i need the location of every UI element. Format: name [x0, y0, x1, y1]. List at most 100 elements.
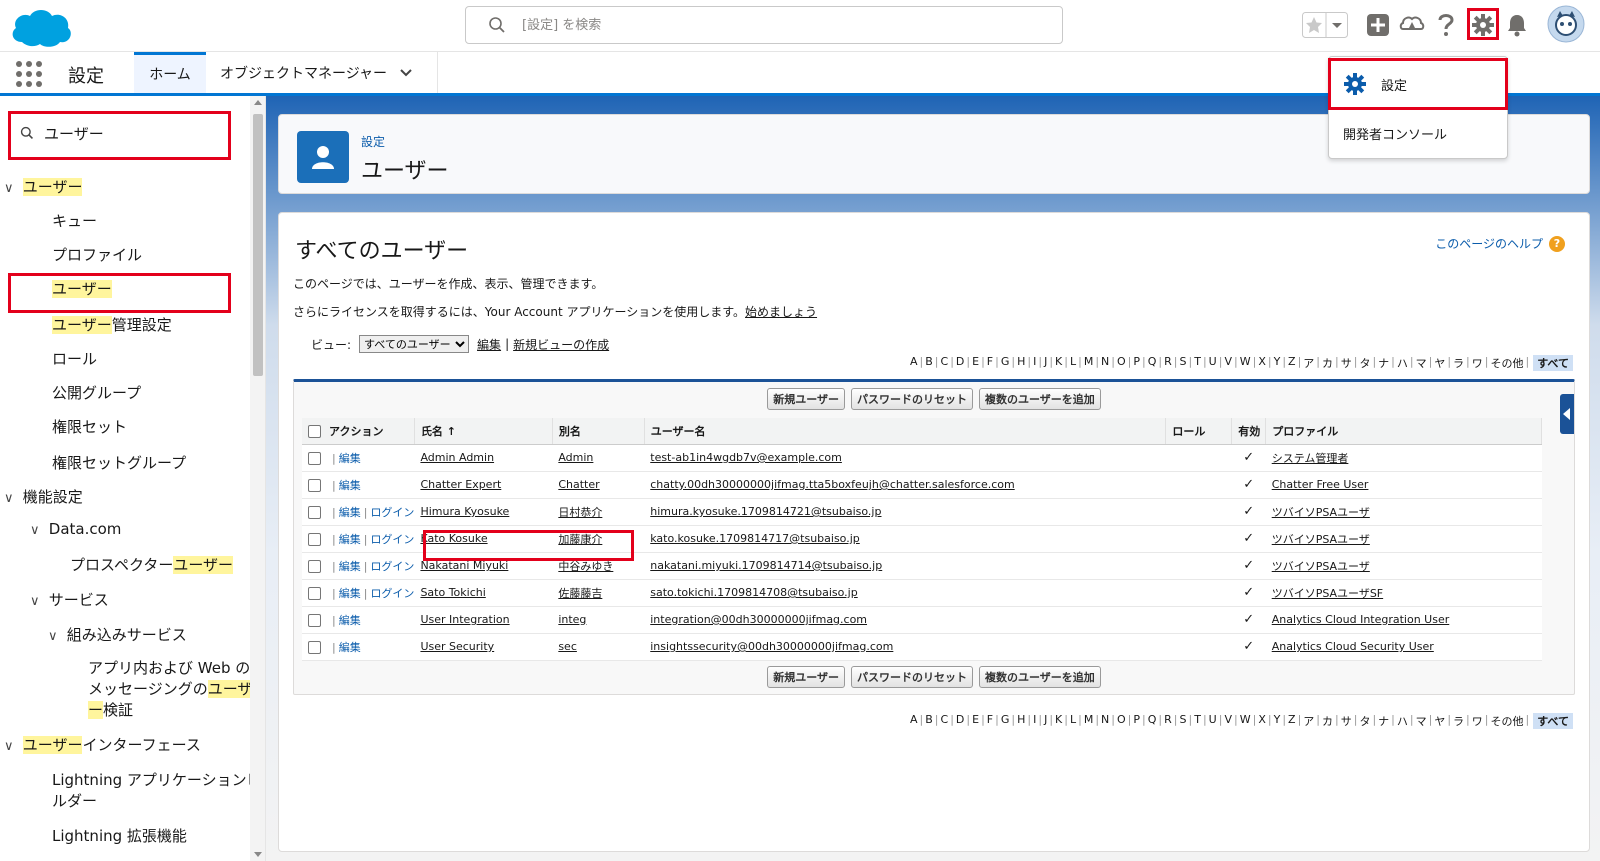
profile-link[interactable]: Chatter Free User	[1272, 478, 1369, 491]
tree-node-datacom[interactable]: ∨ Data.com	[30, 520, 121, 538]
tree-item-prospector-users[interactable]: プロスペクターユーザー	[70, 554, 234, 575]
alpha-filter-letter[interactable]: X	[1256, 355, 1268, 371]
quick-find-input[interactable]: ユーザー	[44, 123, 104, 144]
chevron-down-icon[interactable]	[399, 68, 413, 78]
reset-password-button[interactable]: パスワードのリセット	[851, 388, 973, 410]
alpha-filter-letter[interactable]: E	[970, 355, 981, 371]
alpha-filter-letter[interactable]: ハ	[1395, 713, 1410, 729]
chevron-down-icon[interactable]: ∨	[4, 739, 18, 754]
user-alias-link[interactable]: Chatter	[558, 478, 599, 491]
user-alias-link[interactable]: Admin	[558, 451, 593, 464]
alpha-filter-letter[interactable]: ワ	[1470, 355, 1485, 371]
tree-item-profiles[interactable]: プロファイル	[52, 244, 142, 265]
user-name-link[interactable]: Nakatani Miyuki	[420, 559, 508, 572]
chevron-down-icon[interactable]: ∨	[4, 491, 18, 506]
tree-item-permission-sets[interactable]: 権限セット	[52, 416, 127, 437]
tree-node-service[interactable]: ∨ サービス	[30, 589, 109, 610]
sidebar-scrollbar[interactable]	[250, 96, 265, 861]
user-alias-link[interactable]: integ	[558, 613, 586, 626]
new-user-button[interactable]: 新規ユーザー	[767, 388, 845, 410]
help-button[interactable]	[1432, 9, 1460, 41]
alpha-filter-letter[interactable]: M	[1082, 355, 1096, 371]
alpha-filter-letter[interactable]: G	[999, 713, 1012, 729]
alpha-filter-letter[interactable]: V	[1222, 355, 1234, 371]
row-checkbox[interactable]	[308, 587, 321, 600]
alpha-filter-letter[interactable]: B	[923, 355, 935, 371]
profile-link[interactable]: システム管理者	[1272, 452, 1349, 465]
alpha-filter-letter[interactable]: Z	[1286, 355, 1298, 371]
alpha-filter-letter[interactable]: P	[1131, 355, 1142, 371]
alpha-filter-letter[interactable]: タ	[1357, 713, 1372, 729]
edit-link[interactable]: 編集	[339, 587, 361, 600]
add-multiple-users-button[interactable]: 複数のユーザーを追加	[979, 666, 1101, 688]
alpha-filter-letter[interactable]: G	[999, 355, 1012, 371]
username-link[interactable]: himura.kyosuke.1709814721@tsubaiso.jp	[650, 505, 881, 518]
tree-node-feature-settings[interactable]: ∨ 機能設定	[4, 486, 83, 507]
alpha-filter-letter[interactable]: ラ	[1451, 355, 1466, 371]
edit-link[interactable]: 編集	[339, 641, 361, 654]
alpha-filter-letter[interactable]: カ	[1320, 713, 1335, 729]
user-name-link[interactable]: Himura Kyosuke	[420, 505, 509, 518]
user-alias-link[interactable]: 佐藤藤吉	[558, 587, 602, 600]
user-alias-link[interactable]: 加藤康介	[558, 533, 602, 546]
chevron-down-icon[interactable]: ∨	[48, 629, 62, 644]
alpha-filter-letter[interactable]: C	[939, 713, 951, 729]
chevron-down-icon[interactable]: ∨	[4, 181, 18, 196]
alpha-filter-letter[interactable]: K	[1053, 713, 1064, 729]
edit-view-link[interactable]: 編集	[477, 336, 501, 353]
profile-link[interactable]: ツバイソPSAユーザ	[1272, 560, 1370, 573]
col-username[interactable]: ユーザー名	[644, 418, 1167, 445]
alpha-filter-letter[interactable]: V	[1222, 713, 1234, 729]
alpha-filter-letter[interactable]: タ	[1357, 355, 1372, 371]
username-link[interactable]: nakatani.miyuki.1709814714@tsubaiso.jp	[650, 559, 882, 572]
alpha-filter-letter[interactable]: C	[939, 355, 951, 371]
add-multiple-users-button[interactable]: 複数のユーザーを追加	[979, 388, 1101, 410]
user-alias-link[interactable]: 日村恭介	[558, 506, 602, 519]
alpha-filter-letter[interactable]: D	[954, 355, 966, 371]
edit-link[interactable]: 編集	[339, 479, 361, 492]
alpha-filter-letter[interactable]: Y	[1272, 713, 1283, 729]
alpha-filter-letter[interactable]: サ	[1339, 713, 1354, 729]
alpha-filter-letter[interactable]: F	[985, 713, 995, 729]
breadcrumb[interactable]: 設定	[361, 133, 385, 150]
alpha-filter-letter[interactable]: L	[1068, 713, 1078, 729]
profile-link[interactable]: ツバイソPSAユーザ	[1272, 533, 1370, 546]
tree-node-users[interactable]: ∨ ユーザー	[4, 176, 83, 197]
alpha-filter-letter[interactable]: M	[1082, 713, 1096, 729]
login-link[interactable]: ログイン	[370, 506, 414, 519]
user-name-link[interactable]: Kato Kosuke	[420, 532, 487, 545]
alpha-filter-letter[interactable]: J	[1042, 713, 1049, 729]
alpha-filter-letter[interactable]: A	[908, 713, 920, 729]
reset-password-button[interactable]: パスワードのリセット	[851, 666, 973, 688]
row-checkbox[interactable]	[308, 506, 321, 519]
alpha-filter-letter[interactable]: その他	[1488, 713, 1525, 729]
alpha-filter-letter[interactable]: T	[1192, 713, 1203, 729]
alpha-filter-letter[interactable]: D	[954, 713, 966, 729]
alpha-filter-letter[interactable]: O	[1115, 355, 1128, 371]
edit-link[interactable]: 編集	[339, 614, 361, 627]
scrollbar-thumb[interactable]	[253, 114, 263, 376]
edit-link[interactable]: 編集	[339, 560, 361, 573]
tree-node-embedded-service[interactable]: ∨ 組み込みサービス	[48, 624, 187, 645]
alpha-filter-all[interactable]: すべて	[1533, 355, 1573, 371]
row-checkbox[interactable]	[308, 479, 321, 492]
alpha-filter-letter[interactable]: ハ	[1395, 355, 1410, 371]
username-link[interactable]: integration@00dh30000000jifmag.com	[650, 613, 867, 626]
setup-gear-button[interactable]	[1467, 9, 1499, 41]
alpha-filter-letter[interactable]: T	[1192, 355, 1203, 371]
global-actions-button[interactable]	[1364, 9, 1392, 41]
alpha-filter-letter[interactable]: A	[908, 355, 920, 371]
alpha-filter-letter[interactable]: カ	[1320, 355, 1335, 371]
quick-find-box[interactable]: ユーザー	[14, 112, 228, 154]
profile-link[interactable]: ツバイソPSAユーザSF	[1272, 587, 1383, 600]
alpha-filter-letter[interactable]: H	[1015, 355, 1027, 371]
select-all-checkbox[interactable]	[308, 425, 321, 439]
tree-item-roles[interactable]: ロール	[52, 348, 97, 369]
alpha-filter-letter[interactable]: F	[985, 355, 995, 371]
trailhead-button[interactable]	[1396, 9, 1428, 41]
edit-link[interactable]: 編集	[339, 452, 361, 465]
alpha-filter-letter[interactable]: U	[1207, 355, 1219, 371]
col-name[interactable]: 氏名 ↑	[414, 418, 553, 445]
alpha-filter-letter[interactable]: Q	[1146, 713, 1159, 729]
user-name-link[interactable]: Sato Tokichi	[420, 586, 485, 599]
